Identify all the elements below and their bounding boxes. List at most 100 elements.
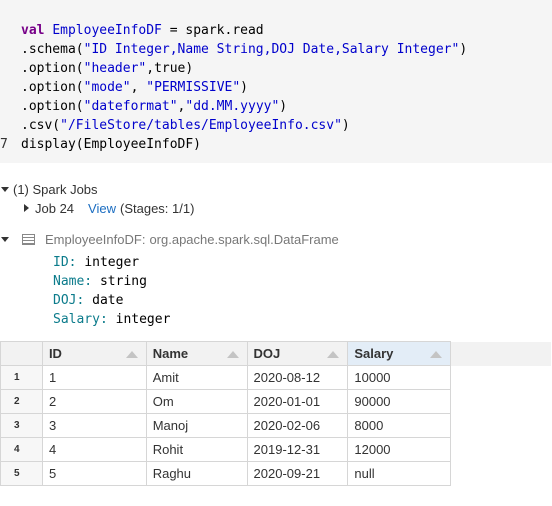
table-cell[interactable]: 2019-12-31: [246, 437, 349, 462]
schema-field-name: DOJ:: [53, 293, 85, 308]
schema-field: Salary: integer: [53, 310, 170, 329]
table-cell[interactable]: 8000: [347, 413, 452, 438]
code-token: .csv(: [21, 118, 61, 133]
code-cell[interactable]: val EmployeeInfoDF = spark.read .schema("…: [0, 0, 552, 163]
schema-field-name: Salary:: [53, 312, 108, 327]
row-number-header: [0, 341, 43, 366]
table-cell[interactable]: 2020-01-01: [246, 389, 349, 414]
table-cell[interactable]: Amit: [145, 365, 248, 390]
table-cell[interactable]: 5: [41, 461, 147, 486]
code-line[interactable]: .schema("ID Integer,Name String,DOJ Date…: [0, 40, 467, 59]
code-token: ,true): [146, 61, 194, 76]
job-row: Job 24 View (Stages: 1/1): [24, 200, 194, 216]
table-row[interactable]: 5 5 Raghu 2020-09-21 null: [0, 461, 552, 486]
code-line[interactable]: .option("header",true): [0, 59, 467, 78]
column-header-label: Salary: [354, 346, 394, 361]
code-token: "header": [83, 61, 147, 76]
table-row[interactable]: 3 3 Manoj 2020-02-06 8000: [0, 413, 552, 438]
row-number: 2: [0, 389, 43, 414]
code-token: = spark.read: [161, 23, 264, 38]
code-token: .schema(: [21, 42, 84, 57]
schema-toggle[interactable]: EmployeeInfoDF: org.apache.spark.sql.Dat…: [0, 232, 339, 247]
row-number: 3: [0, 413, 43, 438]
schema-field-type: integer: [84, 255, 140, 270]
result-table: ID Name DOJ Salary 1 1 Amit 2020-08-12 10000…: [0, 341, 552, 486]
schema-field: ID: integer: [53, 253, 170, 272]
column-header-label: Name: [152, 346, 189, 361]
table-cell[interactable]: 90000: [347, 389, 452, 414]
table-row[interactable]: 1 1 Amit 2020-08-12 10000: [0, 365, 552, 390]
sort-ascending-icon[interactable]: [430, 351, 443, 358]
table-cell[interactable]: 2: [41, 389, 147, 414]
row-number: 1: [0, 365, 43, 390]
column-header-label: DOJ: [253, 346, 281, 361]
line-number: 7: [0, 137, 8, 152]
view-job-link[interactable]: View: [88, 201, 116, 216]
code-token: ): [240, 80, 248, 95]
code-token: "PERMISSIVE": [146, 80, 241, 95]
job-stages: (Stages: 1/1): [120, 200, 195, 216]
code-token: ): [341, 118, 350, 133]
code-token: "/FileStore/tables/EmployeeInfo.csv": [60, 118, 342, 133]
table-cell[interactable]: Manoj: [145, 413, 248, 438]
code-token: EmployeeInfoDF: [52, 23, 162, 38]
spark-jobs-toggle[interactable]: (1) Spark Jobs: [0, 181, 98, 197]
table-cell[interactable]: 2020-02-06: [246, 413, 349, 438]
schema-field-list: ID: integer Name: string DOJ: date Salary: …: [53, 253, 170, 329]
sort-ascending-icon[interactable]: [125, 351, 138, 358]
header-filler: [450, 341, 552, 366]
schema-field-type: string: [99, 274, 147, 289]
code-editor[interactable]: val EmployeeInfoDF = spark.read .schema("…: [0, 21, 467, 154]
table-header-row: ID Name DOJ Salary: [0, 341, 552, 366]
code-token: display(EmployeeInfoDF): [21, 137, 202, 152]
column-header-doj[interactable]: DOJ: [246, 341, 349, 366]
code-line[interactable]: .csv("/FileStore/tables/EmployeeInfo.csv…: [0, 116, 467, 135]
table-cell[interactable]: 12000: [347, 437, 452, 462]
spark-jobs-panel: (1) Spark Jobs Job 24 View (Stages: 1/1): [0, 175, 552, 221]
code-token: ,: [130, 80, 147, 95]
code-line[interactable]: .option("dateformat","dd.MM.yyyy"): [0, 97, 467, 116]
schema-field: DOJ: date: [53, 291, 170, 310]
table-cell[interactable]: null: [347, 461, 452, 486]
schema-field-name: ID:: [53, 255, 77, 270]
code-token: ): [279, 99, 288, 114]
job-label: Job 24: [35, 200, 75, 216]
code-line[interactable]: val EmployeeInfoDF = spark.read: [0, 21, 467, 40]
dataframe-type: org.apache.spark.sql.DataFrame: [149, 232, 339, 247]
table-cell[interactable]: Om: [145, 389, 248, 414]
column-header-name[interactable]: Name: [145, 341, 248, 366]
code-token: .option(: [21, 99, 84, 114]
table-cell[interactable]: 4: [41, 437, 147, 462]
column-header-id[interactable]: ID: [41, 341, 147, 366]
code-token: "mode": [83, 80, 131, 95]
code-line[interactable]: .option("mode", "PERMISSIVE"): [0, 78, 467, 97]
table-cell[interactable]: Rohit: [145, 437, 248, 462]
code-token: val: [21, 23, 53, 38]
code-token: ): [459, 42, 468, 57]
collapse-triangle-icon[interactable]: [1, 186, 9, 192]
table-cell[interactable]: 1: [41, 365, 147, 390]
table-cell[interactable]: 2020-08-12: [246, 365, 349, 390]
table-cell[interactable]: 10000: [347, 365, 452, 390]
dataframe-schema: EmployeeInfoDF: org.apache.spark.sql.Dat…: [0, 226, 552, 336]
column-header-salary[interactable]: Salary: [347, 341, 452, 366]
expand-triangle-icon[interactable]: [24, 204, 29, 212]
table-cell[interactable]: 2020-09-21: [246, 461, 349, 486]
column-header-label: ID: [48, 346, 62, 361]
row-number: 5: [0, 461, 43, 486]
sort-ascending-icon[interactable]: [226, 351, 239, 358]
collapse-triangle-icon[interactable]: [1, 237, 9, 242]
code-token: .option(: [21, 61, 84, 76]
sort-ascending-icon[interactable]: [327, 351, 340, 358]
code-token: "dd.MM.yyyy": [185, 99, 280, 114]
code-line[interactable]: 7 display(EmployeeInfoDF): [0, 135, 467, 154]
result-table-wrapper: ID Name DOJ Salary 1 1 Amit 2020-08-12 10000…: [0, 341, 552, 506]
table-cell[interactable]: 3: [41, 413, 147, 438]
table-row[interactable]: 2 2 Om 2020-01-01 90000: [0, 389, 552, 414]
schema-field-type: integer: [115, 312, 171, 327]
table-cell[interactable]: Raghu: [145, 461, 248, 486]
schema-field-name: Name:: [53, 274, 93, 289]
code-token: "dateformat": [83, 99, 178, 114]
dataframe-name: EmployeeInfoDF:: [45, 232, 146, 247]
table-row[interactable]: 4 4 Rohit 2019-12-31 12000: [0, 437, 552, 462]
